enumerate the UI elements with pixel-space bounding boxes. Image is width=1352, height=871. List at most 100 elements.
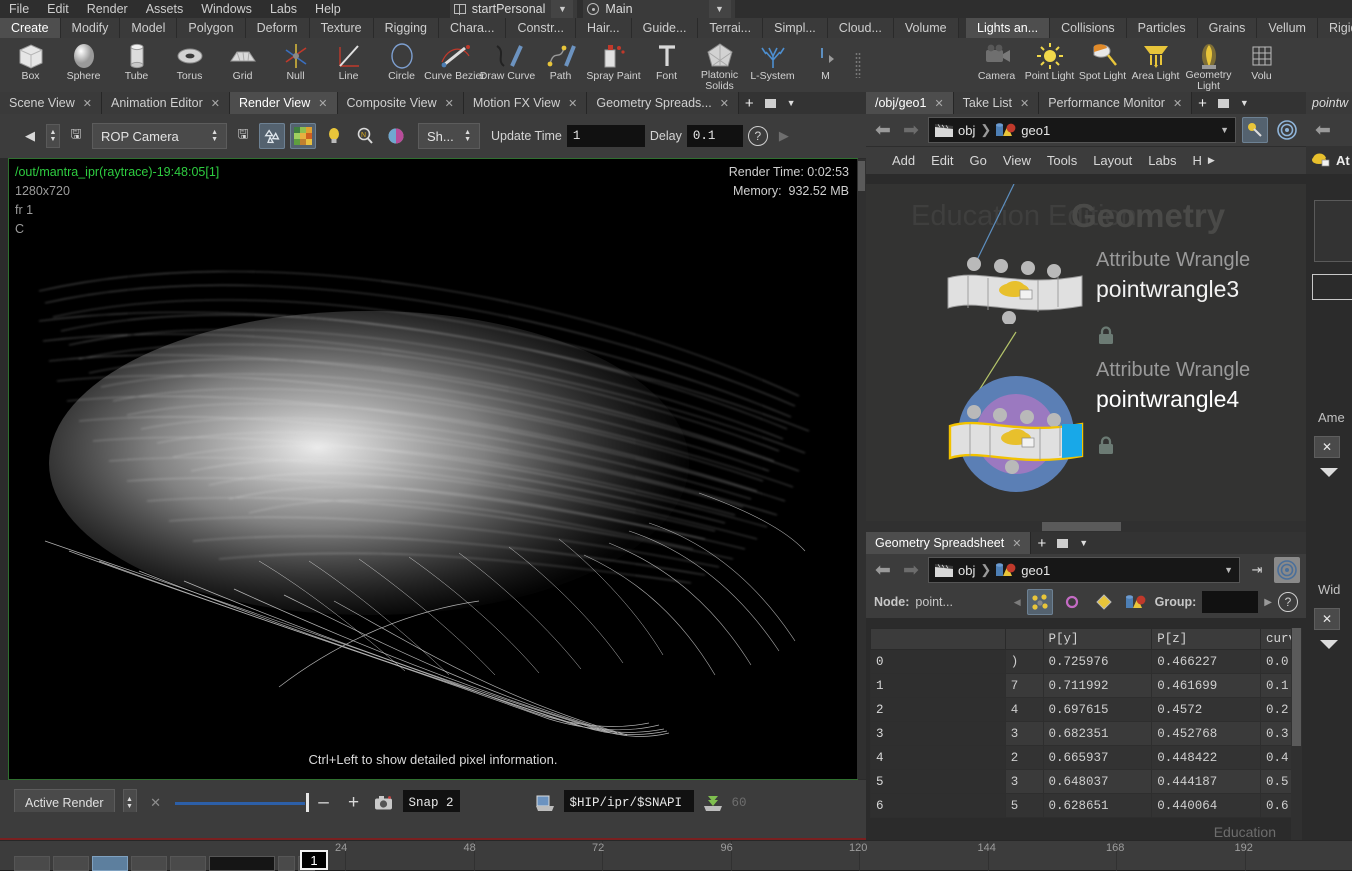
detail-mode-icon[interactable] <box>1123 589 1149 615</box>
gs-tab-maximize-icon[interactable] <box>1052 532 1073 554</box>
shading-selector[interactable]: Sh... ▲ ▼ <box>418 123 480 149</box>
shelf-tab-hair[interactable]: Hair... <box>575 18 632 38</box>
close-icon[interactable]: ✕ <box>1020 97 1029 110</box>
camera-stepper-icon[interactable]: ▲ ▼ <box>201 129 218 143</box>
parm-back-arrow-icon[interactable]: ⬅ <box>1312 121 1334 140</box>
network-menu-edit[interactable]: Edit <box>931 153 953 168</box>
shelf-tool-area-light[interactable]: Area Light <box>1129 38 1182 92</box>
pin-icon[interactable]: ⇥ <box>1246 558 1268 582</box>
gs-snapshot-icon[interactable] <box>1274 557 1300 583</box>
node-pointwrangle4-body[interactable] <box>944 364 1094 504</box>
close-icon[interactable]: ✕ <box>445 97 454 110</box>
tab-animation-editor[interactable]: Animation Editor ✕ <box>102 92 230 114</box>
node-pointwrangle4[interactable]: Attribute Wrangle pointwrangle4 <box>944 359 1250 507</box>
table-row[interactable]: 4 2 0.665937 0.448422 0.4 <box>870 745 1302 770</box>
column-header-P-z-[interactable]: P[z] <box>1151 628 1261 650</box>
shelf-tab-texture[interactable]: Texture <box>309 18 374 38</box>
gs-path-segment-geo1[interactable]: geo1 <box>1021 563 1050 578</box>
group-input[interactable] <box>1202 591 1259 613</box>
shelf-tab-vellum[interactable]: Vellum <box>1257 18 1318 38</box>
update-time-input[interactable]: 1 <box>566 125 645 147</box>
parameter-text-field[interactable] <box>1312 274 1352 300</box>
shelf-tool-curve-bezier[interactable]: Curve Bezier <box>424 38 485 92</box>
shelf-tool-null[interactable]: Null <box>269 38 322 92</box>
shelf-tab-polygon[interactable]: Polygon <box>177 18 246 38</box>
parameter-code-field[interactable] <box>1314 200 1352 262</box>
network-menu-h[interactable]: H <box>1192 153 1201 168</box>
shelf-tool-geometry-light[interactable]: Geometry Light <box>1182 38 1235 92</box>
network-menu-go[interactable]: Go <box>970 153 987 168</box>
shelf-tool-sphere[interactable]: Sphere <box>57 38 110 92</box>
group-expand-icon[interactable]: ▶ <box>1264 597 1272 608</box>
network-menu-view[interactable]: View <box>1003 153 1031 168</box>
tab-composite-view[interactable]: Composite View ✕ <box>337 92 464 114</box>
shelf-tab-particles[interactable]: Particles <box>1126 18 1198 38</box>
path-segment-obj[interactable]: obj <box>958 123 975 138</box>
shelf-tab-constr[interactable]: Constr... <box>506 18 576 38</box>
playbar-button-4[interactable] <box>131 855 167 871</box>
shelf-tab-grains[interactable]: Grains <box>1197 18 1258 38</box>
parameter-section-width-collapse-icon[interactable] <box>1320 640 1338 649</box>
parameter-tab[interactable]: pointw <box>1306 92 1352 114</box>
network-menu-tools[interactable]: Tools <box>1047 153 1077 168</box>
node-prev-icon[interactable]: ◀ <box>1014 597 1021 608</box>
help-icon[interactable]: ? <box>747 126 768 146</box>
close-icon[interactable]: ✕ <box>83 97 92 110</box>
shelf-grip-handle[interactable] <box>852 38 864 92</box>
shelf-tab-rigging[interactable]: Rigging <box>373 18 439 38</box>
close-icon[interactable]: ✕ <box>934 97 943 110</box>
shelf-tab-volume[interactable]: Volume <box>893 18 959 38</box>
network-menu-overflow-icon[interactable]: ▶ <box>1208 155 1215 166</box>
path-segment-geo1[interactable]: geo1 <box>1021 123 1050 138</box>
shelf-tab-lights-an[interactable]: Lights an... <box>966 18 1051 38</box>
menu-item-assets[interactable]: Assets <box>137 0 193 18</box>
tab-scene-view[interactable]: Scene View ✕ <box>0 92 103 114</box>
gs-forward-arrow-icon[interactable]: ➡ <box>900 561 922 580</box>
shelf-tab-chara[interactable]: Chara... <box>438 18 507 38</box>
color-correct-icon[interactable] <box>290 123 316 149</box>
menu-item-windows[interactable]: Windows <box>192 0 261 18</box>
node-value[interactable]: point... <box>915 595 953 609</box>
close-icon[interactable]: ✕ <box>1012 537 1021 550</box>
shelf-tool-camera[interactable]: Camera <box>970 38 1023 92</box>
shelf-tool-volu[interactable]: Volu <box>1235 38 1288 92</box>
shelf-tool-tube[interactable]: Tube <box>110 38 163 92</box>
shelf-tab-deform[interactable]: Deform <box>245 18 310 38</box>
table-row[interactable]: 3 3 0.682351 0.452768 0.3 <box>870 721 1302 746</box>
table-row[interactable]: 2 4 0.697615 0.4572 0.2 <box>870 697 1302 722</box>
net-tab--obj-geo1[interactable]: /obj/geo1 ✕ <box>866 92 954 114</box>
primitives-mode-icon[interactable] <box>1091 589 1117 615</box>
table-row[interactable]: 1 7 0.711992 0.461699 0.1 <box>870 673 1302 698</box>
gs-path-chevron-down-icon[interactable]: ▼ <box>1224 565 1233 575</box>
network-horizontal-scrollbar[interactable] <box>866 521 1306 532</box>
shelf-tab-simpl[interactable]: Simpl... <box>763 18 828 38</box>
gs-tab-chevron-down-icon[interactable]: ▼ <box>1073 532 1094 554</box>
net-tab-chevron-down-icon[interactable]: ▼ <box>1234 92 1255 114</box>
vertices-mode-icon[interactable] <box>1059 589 1085 615</box>
column-header-col0[interactable] <box>870 628 1006 650</box>
shelf-tool-path[interactable]: Path <box>534 38 587 92</box>
shelf-tool-line[interactable]: Line <box>322 38 375 92</box>
playbar-button-2[interactable] <box>53 855 89 871</box>
render-target-icon[interactable]: 🖫 <box>232 124 254 148</box>
tab-render-view[interactable]: Render View ✕ <box>229 92 338 114</box>
shelf-tool-circle[interactable]: Circle <box>375 38 428 92</box>
tab-motion-fx-view[interactable]: Motion FX View ✕ <box>463 92 588 114</box>
color-sphere-icon[interactable] <box>383 123 409 149</box>
gs-tab-geometry-spreadsheet[interactable]: Geometry Spreadsheet ✕ <box>866 532 1032 554</box>
close-icon[interactable]: ✕ <box>568 97 577 110</box>
net-tab-add-button[interactable]: + <box>1192 92 1213 114</box>
gs-back-arrow-icon[interactable]: ⬅ <box>872 561 894 580</box>
spreadsheet-path-input[interactable]: obj ❯ geo1 ▼ <box>928 557 1240 583</box>
delay-input[interactable]: 0.1 <box>686 125 743 147</box>
playbar-range-field[interactable] <box>209 855 275 871</box>
render-image-area[interactable]: /out/mantra_ipr(raytrace)-19:48:05[1] 12… <box>8 158 866 780</box>
exposure-slider[interactable] <box>174 792 309 814</box>
shelf-tab-create[interactable]: Create <box>0 18 61 38</box>
render-index-stepper[interactable]: ▲ ▼ <box>46 124 60 148</box>
parameter-section-amp-remove-button[interactable]: ✕ <box>1314 436 1340 458</box>
playbar-button-5[interactable] <box>170 855 206 871</box>
network-snapshot-icon[interactable] <box>1274 117 1300 143</box>
playbar-button-1[interactable] <box>14 855 50 871</box>
playbar-button-play[interactable] <box>92 855 128 871</box>
